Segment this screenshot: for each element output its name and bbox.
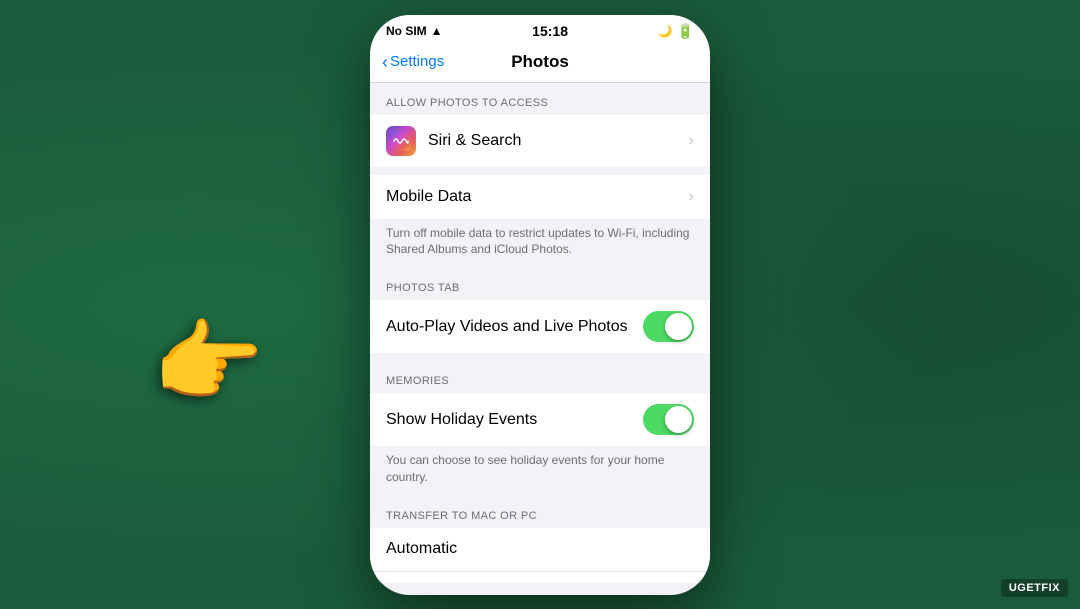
section-header-memories: MEMORIES (370, 361, 710, 393)
back-button[interactable]: ‹ Settings (382, 53, 444, 71)
spacer2 (370, 353, 710, 361)
status-time: 15:18 (532, 23, 568, 39)
page-title: Photos (511, 52, 569, 72)
siri-search-row[interactable]: Siri & Search › (370, 115, 710, 167)
mobile-data-row[interactable]: Mobile Data › (370, 175, 710, 219)
section-header-allow: ALLOW PHOTOS TO ACCESS (370, 83, 710, 115)
mobile-data-label: Mobile Data (386, 188, 689, 206)
mobile-data-description: Turn off mobile data to restrict updates… (370, 219, 710, 269)
battery-icon: 🔋 (677, 23, 694, 40)
watermark: UGETFIX (1001, 579, 1068, 597)
holiday-toggle-thumb (665, 406, 692, 433)
nav-bar: ‹ Settings Photos (370, 44, 710, 83)
siri-search-chevron: › (689, 132, 694, 150)
status-bar: No SIM ▲ 15:18 🌙 🔋 (370, 15, 710, 44)
siri-search-label: Siri & Search (428, 132, 689, 150)
automatic-row[interactable]: Automatic (370, 528, 710, 572)
back-chevron-icon: ‹ (382, 53, 388, 71)
keep-originals-row[interactable]: Keep Originals ✓ (370, 572, 710, 583)
wifi-icon: ▲ (431, 24, 443, 38)
phone-frame: No SIM ▲ 15:18 🌙 🔋 ‹ Settings Photos ALL… (370, 15, 710, 595)
memories-group: Show Holiday Events (370, 393, 710, 446)
hand-cursor-graphic: 👈 (155, 310, 267, 415)
carrier-text: No SIM (386, 24, 427, 38)
transfer-group: Automatic Keep Originals ✓ (370, 528, 710, 583)
settings-content: ALLOW PHOTOS TO ACCESS (370, 83, 710, 583)
section-header-photos-tab: PHOTOS TAB (370, 268, 710, 300)
automatic-label: Automatic (386, 540, 694, 558)
mobile-data-group: Mobile Data › (370, 175, 710, 219)
status-right: 🌙 🔋 (658, 23, 694, 40)
siri-icon (386, 126, 416, 156)
holiday-toggle[interactable] (643, 404, 694, 435)
background: 👈 No SIM ▲ 15:18 🌙 🔋 ‹ Settings Photos (0, 0, 1080, 609)
allow-photos-group: Siri & Search › (370, 115, 710, 167)
holiday-events-row[interactable]: Show Holiday Events (370, 393, 710, 446)
section-header-transfer: TRANSFER TO MAC OR PC (370, 496, 710, 528)
auto-play-label: Auto-Play Videos and Live Photos (386, 318, 643, 336)
back-label: Settings (390, 53, 444, 70)
moon-icon: 🌙 (658, 24, 673, 38)
status-left: No SIM ▲ (386, 24, 443, 38)
spacer (370, 167, 710, 175)
holiday-description: You can choose to see holiday events for… (370, 446, 710, 496)
auto-play-row[interactable]: Auto-Play Videos and Live Photos (370, 300, 710, 353)
auto-play-toggle[interactable] (643, 311, 694, 342)
photos-tab-group: Auto-Play Videos and Live Photos (370, 300, 710, 353)
toggle-thumb (665, 313, 692, 340)
holiday-events-label: Show Holiday Events (386, 411, 643, 429)
mobile-data-chevron: › (689, 188, 694, 206)
